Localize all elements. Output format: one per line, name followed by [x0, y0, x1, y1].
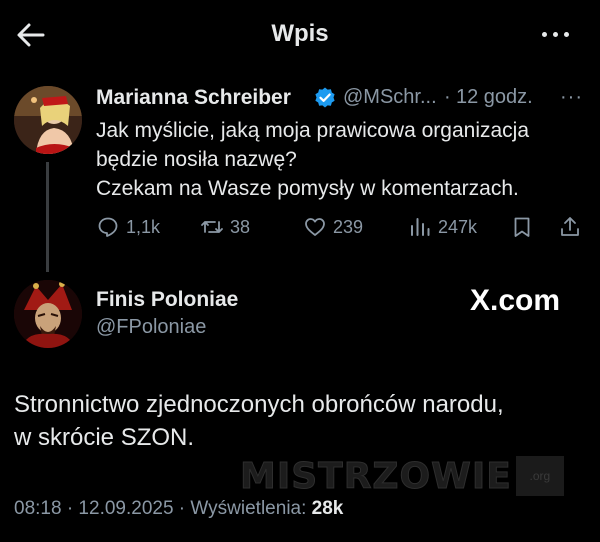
tweet-text-line: Jak myślicie, jaką moja prawicowa organi… — [96, 119, 530, 142]
bookmark-button[interactable] — [510, 214, 540, 240]
views-button[interactable]: 247k — [408, 214, 477, 240]
views-count: 247k — [438, 216, 478, 237]
avatar-finis-poloniae[interactable] — [14, 280, 82, 348]
repost-button[interactable]: 38 — [200, 214, 250, 240]
thread-line — [46, 162, 49, 272]
watermark: MISTRZOWIE .org — [240, 452, 572, 500]
reply-count: 1,1k — [126, 216, 161, 237]
repost-icon — [201, 221, 223, 233]
reply-text-line: Stronnictwo zjednoczonych obrońców narod… — [14, 391, 504, 418]
watermark-badge: .org — [515, 456, 564, 496]
reply-text-line: w skrócie SZON. — [14, 424, 195, 451]
share-button[interactable] — [558, 214, 588, 240]
more-options-button[interactable] — [538, 22, 574, 46]
reply-views-count: 28k — [311, 498, 344, 519]
avatar-marianna[interactable] — [14, 86, 82, 154]
author-handle[interactable]: @MSchr... — [343, 86, 437, 109]
reply-timestamp[interactable]: 08:18 · 12.09.2025 · Wyświetlenia: — [14, 498, 312, 519]
separator-dot: · — [444, 86, 451, 108]
views-icon — [411, 218, 430, 236]
avatar-image — [14, 280, 82, 348]
more-horizontal-icon — [542, 32, 547, 37]
reply-author-name[interactable]: Finis Poloniae — [96, 288, 238, 312]
like-count: 239 — [333, 216, 364, 237]
heart-icon — [305, 218, 325, 236]
reply-icon — [98, 217, 118, 237]
verified-badge-icon — [313, 86, 337, 110]
tweet-more-button[interactable]: ··· — [560, 86, 583, 109]
bookmark-icon — [514, 217, 530, 237]
watermark-text: MISTRZOWIE — [240, 455, 512, 497]
reply-meta: 08:18 · 12.09.2025 · Wyświetlenia: 28k — [14, 498, 343, 520]
reply-author-handle[interactable]: @FPoloniae — [96, 316, 206, 339]
tweet-text-line: będzie nosiła nazwę? — [96, 148, 297, 171]
x-com-logo: X.com — [470, 284, 561, 317]
page-title: Wpis — [271, 20, 329, 47]
repost-count: 38 — [230, 216, 251, 237]
share-icon — [561, 217, 579, 236]
tweet-text: Jak myślicie, jaką moja prawicowa organi… — [96, 116, 586, 203]
reply-button[interactable]: 1,1k — [96, 214, 160, 240]
post-time[interactable]: 12 godz. — [456, 86, 533, 109]
reply-text: Stronnictwo zjednoczonych obrońców narod… — [14, 388, 584, 454]
like-button[interactable]: 239 — [303, 214, 363, 240]
tweet-text-line: Czekam na Wasze pomysły w komentarzach. — [96, 177, 519, 200]
avatar-image — [14, 86, 82, 154]
author-name[interactable]: Marianna Schreiber — [96, 86, 291, 110]
